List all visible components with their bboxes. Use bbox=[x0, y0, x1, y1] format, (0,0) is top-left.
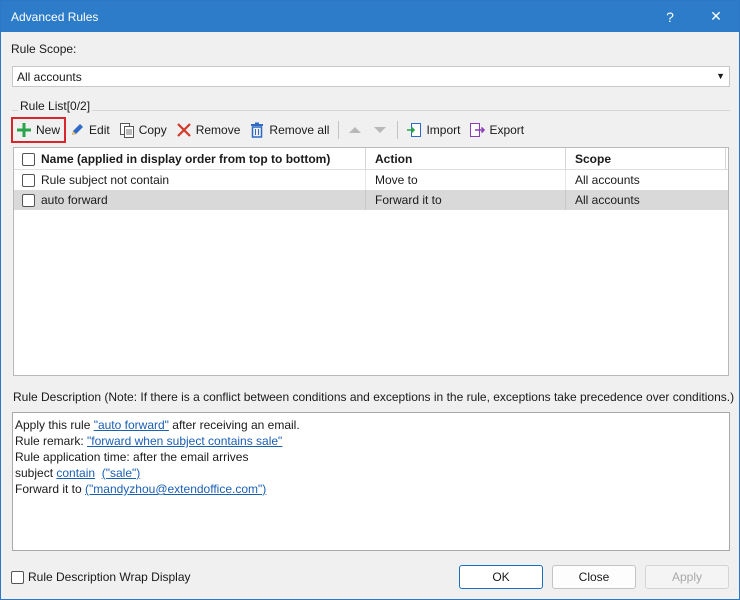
close-button[interactable]: Close bbox=[552, 565, 636, 589]
description-text: Rule application time: after the email a… bbox=[15, 450, 249, 464]
new-label: New bbox=[36, 123, 61, 137]
description-text: Rule remark: bbox=[15, 434, 88, 448]
condition-value-link[interactable]: ("sale") bbox=[102, 466, 141, 480]
rule-toolbar: New Edit Copy Remove Remove all Import E… bbox=[10, 117, 529, 143]
edit-label: Edit bbox=[89, 123, 110, 137]
rule-remark-link[interactable]: "forward when subject contains sale" bbox=[87, 434, 282, 448]
help-button[interactable]: ? bbox=[647, 1, 693, 32]
select-all-checkbox[interactable] bbox=[22, 152, 35, 166]
copy-icon bbox=[119, 122, 135, 138]
name-column-label: Name (applied in display order from top … bbox=[41, 152, 331, 166]
apply-label: Apply bbox=[671, 570, 703, 584]
export-icon bbox=[469, 122, 486, 138]
new-button[interactable]: New bbox=[10, 117, 67, 143]
action-cell: Forward it to bbox=[366, 190, 566, 210]
description-text: Forward it to bbox=[15, 482, 86, 496]
rule-description-label: Rule Description (Note: If there is a co… bbox=[13, 390, 735, 404]
apply-button[interactable]: Apply bbox=[645, 565, 729, 589]
toolbar-separator bbox=[338, 121, 340, 139]
scope-cell: All accounts bbox=[566, 190, 726, 210]
trash-icon bbox=[249, 122, 265, 138]
plus-icon bbox=[16, 122, 32, 138]
description-line: Forward it to ("mandyzhou@extendoffice.c… bbox=[15, 481, 727, 497]
title-bar: Advanced Rules ? ✕ bbox=[1, 1, 739, 32]
rule-scope: All accounts bbox=[575, 173, 640, 187]
scope-column-label: Scope bbox=[575, 152, 612, 166]
description-text: after receiving an email. bbox=[168, 418, 300, 432]
scope-column-header[interactable]: Scope bbox=[566, 148, 726, 170]
export-label: Export bbox=[489, 123, 525, 137]
description-line: Apply this rule "auto forward" after rec… bbox=[15, 417, 727, 433]
condition-operator-link[interactable]: contain bbox=[56, 466, 95, 480]
close-label: Close bbox=[578, 570, 610, 584]
rule-table: Name (applied in display order from top … bbox=[13, 147, 729, 376]
pencil-icon bbox=[69, 122, 85, 138]
advanced-rules-dialog: Advanced Rules ? ✕ Rule Scope: All accou… bbox=[0, 0, 740, 600]
export-button[interactable]: Export bbox=[465, 118, 529, 142]
scope-cell: All accounts bbox=[566, 170, 726, 190]
action-column-label: Action bbox=[375, 152, 413, 166]
rule-scope-select[interactable]: All accounts ▼ bbox=[12, 66, 730, 87]
rule-name-link[interactable]: "auto forward" bbox=[94, 418, 169, 432]
remove-all-button[interactable]: Remove all bbox=[245, 118, 334, 142]
table-header: Name (applied in display order from top … bbox=[14, 148, 728, 170]
action-column-header[interactable]: Action bbox=[366, 148, 566, 170]
name-cell: auto forward bbox=[14, 190, 366, 210]
remove-label: Remove bbox=[195, 123, 241, 137]
help-icon: ? bbox=[666, 8, 674, 25]
arrow-up-icon bbox=[347, 122, 363, 138]
move-down-button[interactable] bbox=[368, 118, 393, 142]
import-icon bbox=[406, 122, 422, 138]
row-checkbox[interactable] bbox=[22, 173, 35, 187]
rule-action: Forward it to bbox=[375, 193, 442, 207]
rule-action: Move to bbox=[375, 173, 418, 187]
description-line: Rule application time: after the email a… bbox=[15, 449, 727, 465]
arrow-down-icon bbox=[372, 122, 388, 138]
rule-scope-label: Rule Scope: bbox=[11, 42, 77, 56]
description-text: Apply this rule bbox=[15, 418, 94, 432]
window-title: Advanced Rules bbox=[11, 9, 99, 24]
description-line: Rule remark: "forward when subject conta… bbox=[15, 433, 727, 449]
wrap-display-label: Rule Description Wrap Display bbox=[28, 570, 191, 584]
name-cell: Rule subject not contain bbox=[14, 170, 366, 190]
chevron-down-icon: ▼ bbox=[716, 71, 725, 81]
table-row[interactable]: Rule subject not contain Move to All acc… bbox=[14, 170, 728, 190]
name-column-header[interactable]: Name (applied in display order from top … bbox=[14, 148, 366, 170]
row-checkbox[interactable] bbox=[22, 193, 35, 207]
rule-scope-value: All accounts bbox=[17, 69, 82, 84]
action-cell: Move to bbox=[366, 170, 566, 190]
close-window-button[interactable]: ✕ bbox=[693, 1, 739, 32]
ok-button[interactable]: OK bbox=[459, 565, 543, 589]
table-row[interactable]: auto forward Forward it to All accounts bbox=[14, 190, 728, 210]
wrap-display-checkbox[interactable] bbox=[11, 570, 24, 584]
remove-all-label: Remove all bbox=[269, 123, 330, 137]
rule-name: Rule subject not contain bbox=[41, 173, 170, 187]
forward-address-link[interactable]: ("mandyzhou@extendoffice.com") bbox=[85, 482, 266, 496]
rule-list-label: Rule List[0/2] bbox=[18, 99, 93, 113]
description-line: subject contain ("sale") bbox=[15, 465, 727, 481]
move-up-button[interactable] bbox=[343, 118, 368, 142]
remove-button[interactable]: Remove bbox=[172, 118, 246, 142]
toolbar-separator bbox=[397, 121, 399, 139]
wrap-display-option[interactable]: Rule Description Wrap Display bbox=[11, 570, 191, 584]
copy-label: Copy bbox=[138, 123, 167, 137]
ok-label: OK bbox=[492, 570, 510, 584]
rule-description-box: Apply this rule "auto forward" after rec… bbox=[12, 412, 730, 551]
description-text: subject bbox=[15, 466, 57, 480]
edit-button[interactable]: Edit bbox=[65, 118, 115, 142]
rule-scope: All accounts bbox=[575, 193, 640, 207]
import-label: Import bbox=[426, 123, 461, 137]
x-icon bbox=[176, 122, 192, 138]
import-button[interactable]: Import bbox=[402, 118, 465, 142]
rule-name: auto forward bbox=[41, 193, 108, 207]
copy-button[interactable]: Copy bbox=[115, 118, 172, 142]
close-icon: ✕ bbox=[710, 8, 722, 24]
